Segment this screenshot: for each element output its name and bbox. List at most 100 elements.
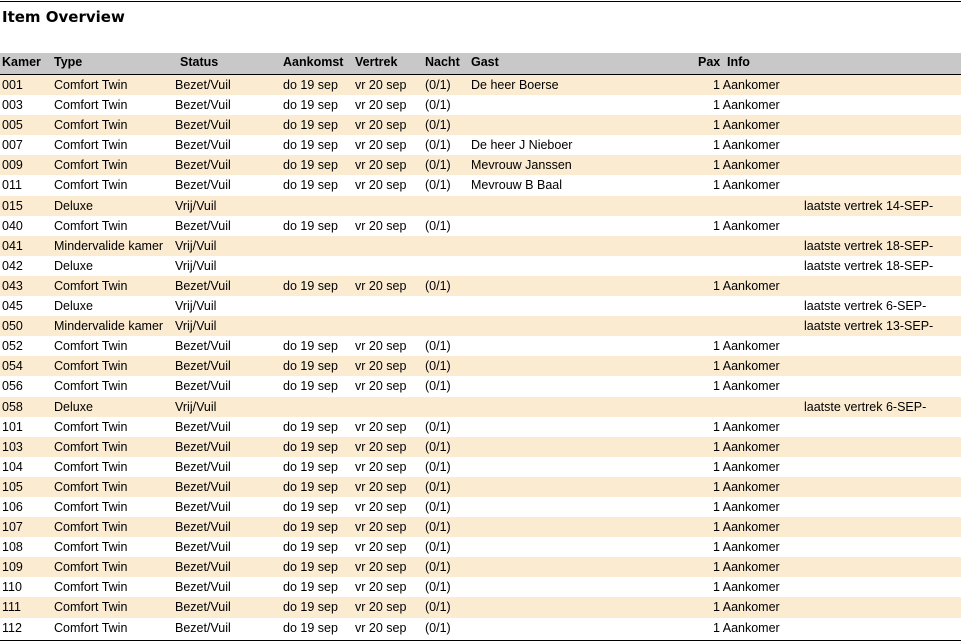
cell-nacht: (0/1)	[425, 580, 451, 595]
cell-status: Bezet/Vuil	[175, 118, 231, 133]
table-row[interactable]: 106 Comfort Twin Bezet/Vuil do 19 sep vr 20 …	[0, 497, 961, 517]
cell-vertrek: vr 20 sep	[355, 620, 407, 635]
cell-kamer: 104	[2, 459, 23, 474]
cell-kamer: 107	[2, 520, 23, 535]
table-row[interactable]: 042 Deluxe Vrij/Vuil laatste vertrek 18-SEP…	[0, 256, 961, 276]
table-row[interactable]: 110 Comfort Twin Bezet/Vuil do 19 sep vr 20 …	[0, 577, 961, 597]
table-row[interactable]: 112 Comfort Twin Bezet/Vuil do 19 sep vr 20 …	[0, 618, 961, 638]
cell-type: Comfort Twin	[54, 178, 128, 193]
cell-pax: 1 Aankomer	[713, 118, 780, 133]
cell-info: laatste vertrek 6-SEP-	[804, 299, 927, 314]
cell-kamer: 042	[2, 258, 23, 273]
cell-pax: 1 Aankomer	[713, 580, 780, 595]
table-row[interactable]: 056 Comfort Twin Bezet/Vuil do 19 sep vr 20 …	[0, 376, 961, 396]
cell-status: Bezet/Vuil	[175, 620, 231, 635]
col-header-aankomst[interactable]: Aankomst	[283, 55, 343, 69]
col-header-vertrek[interactable]: Vertrek	[355, 55, 397, 69]
table-row[interactable]: 041 Mindervalide kamer Vrij/Vuil laatste ve…	[0, 235, 961, 256]
table-header: Kamer Type Status Aankomst Vertrek Nacht…	[0, 53, 961, 76]
table-row[interactable]: 005 Comfort Twin Bezet/Vuil do 19 sep vr 20 …	[0, 115, 961, 136]
table-row[interactable]: 050 Mindervalide kamer Vrij/Vuil laatste ve…	[0, 316, 961, 337]
table-row[interactable]: 104 Comfort Twin Bezet/Vuil do 19 sep vr 20 …	[0, 457, 961, 477]
cell-nacht: (0/1)	[425, 98, 451, 113]
cell-kamer: 041	[2, 238, 23, 253]
cell-aankomst: do 19 sep	[283, 479, 338, 494]
cell-status: Bezet/Vuil	[175, 479, 231, 494]
col-header-info[interactable]: Info	[727, 55, 750, 69]
cell-status: Vrij/Vuil	[175, 299, 217, 314]
table-row[interactable]: 107 Comfort Twin Bezet/Vuil do 19 sep vr 20 …	[0, 517, 961, 538]
cell-aankomst: do 19 sep	[283, 78, 338, 92]
col-header-kamer[interactable]: Kamer	[2, 55, 41, 69]
table-row[interactable]: 109 Comfort Twin Bezet/Vuil do 19 sep vr 20 …	[0, 557, 961, 578]
cell-aankomst: do 19 sep	[283, 419, 338, 434]
cell-aankomst: do 19 sep	[283, 459, 338, 474]
col-header-pax[interactable]: Pax	[698, 55, 720, 69]
cell-kamer: 108	[2, 540, 23, 555]
cell-aankomst: do 19 sep	[283, 620, 338, 635]
cell-pax: 1 Aankomer	[713, 499, 780, 514]
cell-type: Comfort Twin	[54, 439, 128, 454]
cell-pax: 1 Aankomer	[713, 479, 780, 494]
table-row[interactable]: 058 Deluxe Vrij/Vuil laatste vertrek 6-SEP-	[0, 396, 961, 417]
cell-nacht: (0/1)	[425, 439, 451, 454]
cell-aankomst: do 19 sep	[283, 379, 338, 394]
table-row[interactable]: 108 Comfort Twin Bezet/Vuil do 19 sep vr 20 …	[0, 537, 961, 557]
cell-vertrek: vr 20 sep	[355, 600, 407, 615]
cell-type: Comfort Twin	[54, 479, 128, 494]
cell-type: Comfort Twin	[54, 379, 128, 394]
cell-type: Comfort Twin	[54, 78, 128, 92]
cell-type: Mindervalide kamer	[54, 319, 164, 334]
cell-kamer: 109	[2, 560, 23, 575]
cell-vertrek: vr 20 sep	[355, 78, 407, 92]
cell-aankomst: do 19 sep	[283, 499, 338, 514]
cell-kamer: 003	[2, 98, 23, 113]
cell-vertrek: vr 20 sep	[355, 540, 407, 555]
table-row[interactable]: 003 Comfort Twin Bezet/Vuil do 19 sep vr 20 …	[0, 95, 961, 115]
cell-nacht: (0/1)	[425, 560, 451, 575]
cell-type: Comfort Twin	[54, 600, 128, 615]
table-row[interactable]: 052 Comfort Twin Bezet/Vuil do 19 sep vr 20 …	[0, 336, 961, 356]
cell-vertrek: vr 20 sep	[355, 339, 407, 354]
table-row[interactable]: 007 Comfort Twin Bezet/Vuil do 19 sep vr 20 …	[0, 135, 961, 155]
table-row[interactable]: 111 Comfort Twin Bezet/Vuil do 19 sep vr 20 …	[0, 597, 961, 618]
cell-pax: 1 Aankomer	[713, 459, 780, 474]
col-header-type[interactable]: Type	[54, 55, 82, 69]
cell-nacht: (0/1)	[425, 359, 451, 374]
table-row[interactable]: 103 Comfort Twin Bezet/Vuil do 19 sep vr 20 …	[0, 436, 961, 457]
table-row[interactable]: 043 Comfort Twin Bezet/Vuil do 19 sep vr 20 …	[0, 275, 961, 297]
cell-pax: 1 Aankomer	[713, 78, 780, 92]
table-row[interactable]: 009 Comfort Twin Bezet/Vuil do 19 sep vr 20 …	[0, 155, 961, 176]
cell-kamer: 058	[2, 399, 23, 414]
table-row[interactable]: 054 Comfort Twin Bezet/Vuil do 19 sep vr 20 …	[0, 356, 961, 377]
cell-type: Deluxe	[54, 198, 93, 213]
cell-aankomst: do 19 sep	[283, 560, 338, 575]
cell-status: Bezet/Vuil	[175, 379, 231, 394]
col-header-status[interactable]: Status	[180, 55, 218, 69]
cell-kamer: 007	[2, 138, 23, 153]
cell-nacht: (0/1)	[425, 419, 451, 434]
cell-gast: De heer J Nieboer	[471, 138, 573, 153]
table-row[interactable]: 011 Comfort Twin Bezet/Vuil do 19 sep vr 20 …	[0, 175, 961, 195]
table-row[interactable]: 105 Comfort Twin Bezet/Vuil do 19 sep vr 20 …	[0, 476, 961, 497]
cell-pax: 1 Aankomer	[713, 178, 780, 193]
cell-aankomst: do 19 sep	[283, 520, 338, 535]
table-row[interactable]: 101 Comfort Twin Bezet/Vuil do 19 sep vr 20 …	[0, 417, 961, 437]
cell-pax: 1 Aankomer	[713, 158, 780, 173]
cell-nacht: (0/1)	[425, 520, 451, 535]
cell-type: Comfort Twin	[54, 339, 128, 354]
cell-aankomst: do 19 sep	[283, 439, 338, 454]
table-row[interactable]: 001 Comfort Twin Bezet/Vuil do 19 sep vr 20 …	[0, 75, 961, 96]
col-header-gast[interactable]: Gast	[471, 55, 499, 69]
cell-info: laatste vertrek 6-SEP-	[804, 399, 927, 414]
cell-kamer: 043	[2, 278, 23, 293]
table-row[interactable]: 040 Comfort Twin Bezet/Vuil do 19 sep vr 20 …	[0, 216, 961, 236]
cell-nacht: (0/1)	[425, 540, 451, 555]
cell-pax: 1 Aankomer	[713, 560, 780, 575]
cell-type: Comfort Twin	[54, 218, 128, 233]
col-header-nacht[interactable]: Nacht	[425, 55, 460, 69]
table-row[interactable]: 015 Deluxe Vrij/Vuil laatste vertrek 14-SEP…	[0, 195, 961, 216]
table-row[interactable]: 045 Deluxe Vrij/Vuil laatste vertrek 6-SEP-	[0, 296, 961, 316]
cell-kamer: 040	[2, 218, 23, 233]
cell-type: Deluxe	[54, 399, 93, 414]
